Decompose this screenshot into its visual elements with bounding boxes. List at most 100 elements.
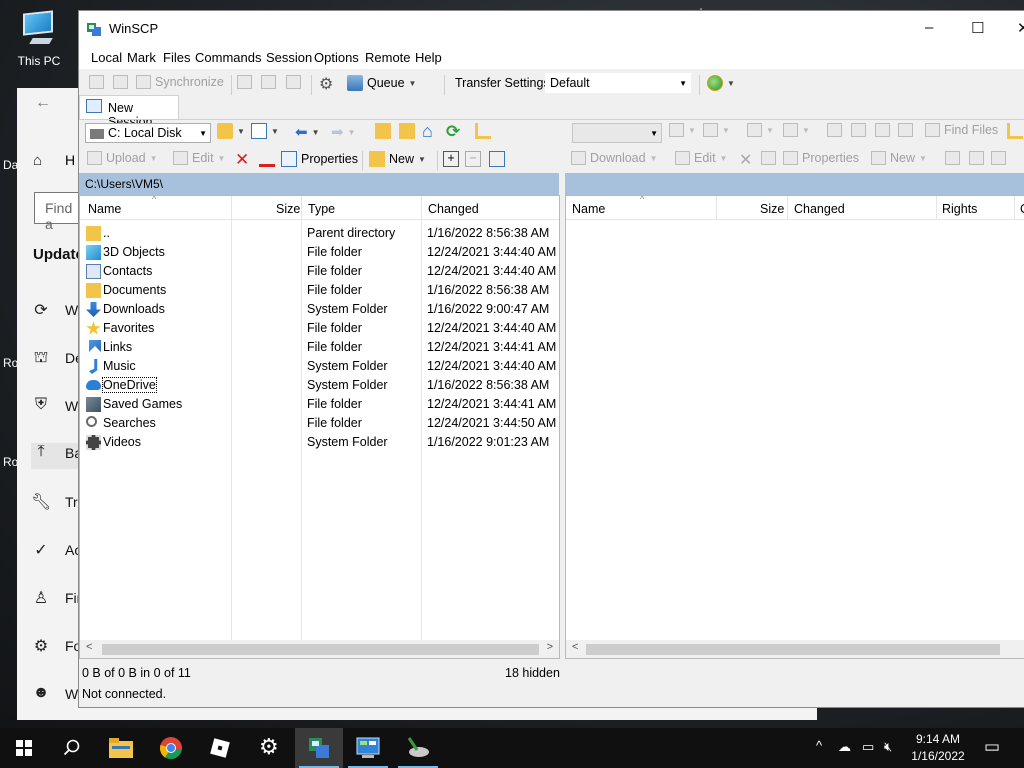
onedrive-cloud-icon[interactable]: ☁ — [838, 739, 851, 755]
upload-button[interactable]: Upload ▼ — [87, 151, 158, 165]
remote-select-filter-button[interactable] — [991, 151, 1006, 165]
taskbar-disk-cleanup[interactable] — [394, 728, 442, 768]
file-row[interactable]: Searches File folder 12/24/2021 3:44:50 AM — [80, 414, 559, 433]
putty-button[interactable] — [261, 75, 276, 89]
taskbar-winscp[interactable] — [295, 728, 343, 768]
file-row[interactable]: Music System Folder 12/24/2021 3:44:40 AM — [80, 357, 559, 376]
new-button[interactable]: New ▼ — [369, 151, 426, 167]
menu-help[interactable]: Help — [415, 50, 442, 65]
column-type[interactable]: Type — [308, 202, 335, 216]
column-name[interactable]: Name — [572, 202, 605, 216]
remote-filter-button[interactable]: ▼ — [703, 123, 730, 137]
remote-forward-button[interactable]: ▼ — [783, 123, 810, 137]
taskbar-roblox[interactable] — [196, 728, 244, 768]
file-row[interactable]: Documents File folder 1/16/2022 8:56:38 AM — [80, 281, 559, 300]
remote-back-button[interactable]: ▼ — [747, 123, 774, 137]
file-row[interactable]: 3D Objects File folder 12/24/2021 3:44:40 … — [80, 243, 559, 262]
local-file-panel[interactable]: Name ^ Size Type Changed .. Parent direct… — [79, 194, 560, 659]
queue-button[interactable]: Queue ▼ — [347, 75, 416, 91]
scroll-left-icon[interactable]: < — [86, 641, 92, 653]
console-button[interactable] — [237, 75, 252, 89]
remote-tree-button[interactable] — [1007, 123, 1023, 139]
home-button[interactable]: ⌂ — [422, 121, 433, 142]
maximize-button[interactable]: ☐ — [971, 19, 984, 37]
start-button[interactable] — [0, 728, 48, 768]
notifications-icon[interactable]: ▭ — [984, 737, 1000, 757]
unselect-all-button[interactable]: − — [465, 151, 481, 167]
remote-path-bar[interactable] — [565, 173, 1024, 195]
menu-remote[interactable]: Remote — [365, 50, 411, 65]
scroll-left-icon[interactable]: < — [572, 641, 578, 653]
terminal-button[interactable] — [286, 75, 301, 89]
synchronize-button[interactable]: Synchronize — [136, 75, 224, 89]
filter-button[interactable]: ▼ — [251, 123, 279, 139]
remote-edit-button[interactable]: Edit ▼ — [675, 151, 727, 165]
find-files-button[interactable]: Find Files — [925, 123, 998, 137]
scroll-thumb[interactable] — [102, 644, 539, 655]
menu-files[interactable]: Files — [163, 50, 190, 65]
column-name[interactable]: Name — [88, 202, 121, 216]
show-hidden-icons-icon[interactable]: ^ — [816, 738, 822, 753]
remote-root-button[interactable] — [851, 123, 866, 137]
session-tab-new[interactable]: New Session — [79, 95, 179, 129]
remote-rename-button[interactable] — [761, 151, 776, 165]
column-rights[interactable]: Rights — [942, 202, 977, 216]
remote-parent-button[interactable] — [827, 123, 842, 137]
column-changed[interactable]: Changed — [794, 202, 845, 216]
minimize-button[interactable]: – — [925, 19, 933, 36]
remote-home-button[interactable] — [875, 123, 890, 137]
open-directory-button[interactable]: ▼ — [217, 123, 245, 139]
menu-mark[interactable]: Mark — [127, 50, 156, 65]
file-row[interactable]: OneDrive System Folder 1/16/2022 8:56:38 A… — [80, 376, 559, 395]
column-owner[interactable]: C — [1020, 202, 1024, 216]
this-pc-shortcut[interactable]: This PC — [8, 8, 70, 68]
file-row[interactable]: .. Parent directory 1/16/2022 8:56:38 AM — [80, 224, 559, 243]
local-drive-select[interactable]: C: Local Disk ▼ — [85, 123, 211, 143]
remote-horizontal-scrollbar[interactable]: < — [566, 640, 1024, 658]
column-changed[interactable]: Changed — [428, 202, 479, 216]
remote-open-directory-button[interactable]: ▼ — [669, 123, 696, 137]
parent-directory-button[interactable] — [375, 123, 391, 139]
taskbar-settings[interactable]: ⚙ — [246, 728, 294, 768]
remote-select-all-button[interactable] — [945, 151, 960, 165]
network-icon[interactable]: ▭ — [862, 739, 874, 755]
remote-unselect-button[interactable] — [969, 151, 984, 165]
home-icon[interactable]: ⌂ — [33, 152, 42, 169]
select-all-button[interactable]: + — [443, 151, 459, 167]
refresh-button[interactable]: ⟳ — [446, 122, 460, 142]
local-path-bar[interactable]: C:\Users\VM5\ — [79, 173, 559, 195]
remote-delete-button[interactable]: ✕ — [739, 150, 752, 170]
taskbar-file-explorer[interactable] — [97, 728, 145, 768]
preferences-button[interactable]: ⚙ — [319, 74, 333, 94]
remote-new-button[interactable]: New ▼ — [871, 151, 927, 165]
delete-button[interactable]: ✕ — [235, 150, 249, 170]
file-row[interactable]: Videos System Folder 1/16/2022 9:01:23 AM — [80, 433, 559, 452]
local-horizontal-scrollbar[interactable]: < > — [80, 640, 559, 658]
rename-button[interactable] — [259, 151, 275, 167]
file-row[interactable]: Saved Games File folder 12/24/2021 3:44:41… — [80, 395, 559, 414]
column-size[interactable]: Size — [760, 202, 784, 216]
hidden-files-status[interactable]: 18 hidden — [505, 666, 560, 680]
scroll-thumb[interactable] — [586, 644, 1000, 655]
tree-button[interactable] — [475, 123, 491, 139]
volume-muted-icon[interactable]: 🔇︎ — [884, 739, 892, 755]
root-directory-button[interactable] — [399, 123, 415, 139]
remote-file-panel[interactable]: Name ^ Size Changed Rights C < — [565, 194, 1024, 659]
keep-uptodate-button[interactable] — [113, 75, 128, 89]
menu-session[interactable]: Session — [266, 50, 312, 65]
menu-local[interactable]: Local — [91, 50, 122, 65]
remote-refresh-button[interactable] — [898, 123, 913, 137]
menu-options[interactable]: Options — [314, 50, 359, 65]
transfer-settings-select[interactable]: Default ▼ — [545, 73, 691, 93]
file-row[interactable]: Downloads System Folder 1/16/2022 9:00:47 … — [80, 300, 559, 319]
back-arrow-icon[interactable]: ← — [35, 94, 51, 112]
settings-home-label[interactable]: H — [65, 152, 75, 168]
file-row[interactable]: Contacts File folder 12/24/2021 3:44:40 AM — [80, 262, 559, 281]
forward-button[interactable]: ➡ ▼ — [331, 123, 356, 141]
taskbar-clock[interactable]: 9:14 AM 1/16/2022 — [900, 731, 976, 765]
menu-commands[interactable]: Commands — [195, 50, 261, 65]
taskbar-chrome[interactable] — [147, 728, 195, 768]
properties-button[interactable]: Properties — [281, 151, 358, 167]
scroll-right-icon[interactable]: > — [547, 641, 553, 653]
compare-dirs-button[interactable] — [89, 75, 104, 89]
